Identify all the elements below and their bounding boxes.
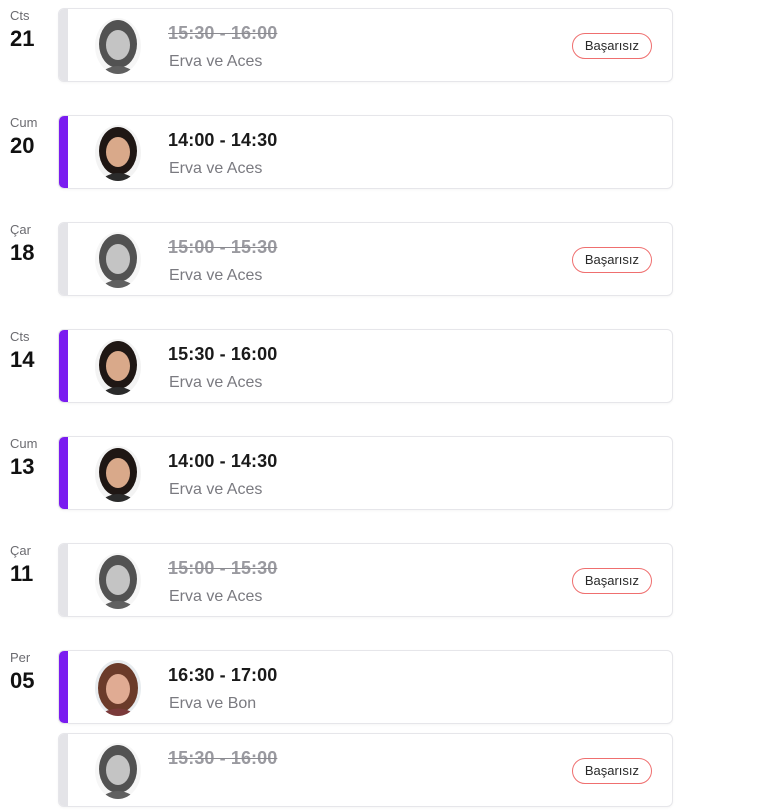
lesson-card[interactable]: 15:30 - 16:00 Başarısız [58,733,673,807]
tutor-avatar [95,18,141,74]
lesson-title: Erva ve Aces [169,160,263,177]
lesson-row: 15:30 - 16:00 Başarısız [0,733,768,811]
lesson-time: 14:00 - 14:30 [168,451,278,471]
lesson-date: Çar 11 [10,543,56,587]
lesson-card[interactable]: 15:30 - 16:00 Erva ve Aces [58,329,673,403]
day-number: 18 [10,240,35,265]
lesson-title: Erva ve Aces [169,53,263,70]
tutor-avatar [95,125,141,181]
day-number: 13 [10,454,35,479]
lesson-date: Cum 13 [10,436,56,480]
status-accent-bar [59,9,68,81]
weekday-label: Cum [10,115,38,130]
lesson-date: Cts 14 [10,329,56,373]
lesson-date: Cum 20 [10,115,56,159]
tutor-avatar [95,446,141,502]
lesson-card[interactable]: 14:00 - 14:30 Erva ve Aces [58,436,673,510]
lesson-card[interactable]: 15:00 - 15:30 Erva ve Aces Başarısız [58,222,673,296]
day-number: 14 [10,347,35,372]
status-badge: Başarısız [571,758,652,784]
lesson-date [10,733,56,735]
tutor-avatar [95,339,141,395]
lesson-time: 15:30 - 16:00 [168,344,278,364]
status-badge: Başarısız [571,247,652,273]
lesson-date: Cts 21 [10,8,56,52]
lesson-time: 15:00 - 15:30 [168,558,278,578]
lesson-time: 15:30 - 16:00 [168,748,278,768]
lesson-title: Erva ve Aces [169,267,263,284]
status-accent-bar [59,734,68,806]
weekday-label: Çar [10,222,31,237]
day-number: 11 [10,561,34,586]
tutor-avatar [95,660,141,716]
lesson-row: Çar 11 15:00 - 15:30 Erva ve Aces Başarı… [0,543,768,621]
lesson-card[interactable]: 16:30 - 17:00 Erva ve Bon [58,650,673,724]
day-number: 20 [10,133,35,158]
weekday-label: Per [10,650,31,665]
lesson-card[interactable]: 14:00 - 14:30 Erva ve Aces [58,115,673,189]
lesson-time: 15:30 - 16:00 [168,23,278,43]
lesson-card[interactable]: 15:30 - 16:00 Erva ve Aces Başarısız [58,8,673,82]
lesson-time: 15:00 - 15:30 [168,237,278,257]
tutor-avatar [95,743,141,799]
status-accent-bar [59,223,68,295]
day-number: 21 [10,26,35,51]
lesson-time: 16:30 - 17:00 [168,665,278,685]
status-badge: Başarısız [571,33,652,59]
lesson-time: 14:00 - 14:30 [168,130,278,150]
weekday-label: Cts [10,329,30,344]
status-accent-bar [59,544,68,616]
tutor-avatar [95,232,141,288]
lesson-title: Erva ve Aces [169,588,263,605]
weekday-label: Çar [10,543,31,558]
lesson-title: Erva ve Aces [169,374,263,391]
lesson-row: Cts 14 15:30 - 16:00 Erva ve Aces [0,329,768,407]
lesson-row: Per 05 16:30 - 17:00 Erva ve Bon [0,650,768,728]
lesson-date: Per 05 [10,650,56,694]
lesson-row: Cum 13 14:00 - 14:30 Erva ve Aces [0,436,768,514]
lesson-row: Çar 18 15:00 - 15:30 Erva ve Aces Başarı… [0,222,768,300]
lesson-card[interactable]: 15:00 - 15:30 Erva ve Aces Başarısız [58,543,673,617]
status-accent-bar [59,437,68,509]
status-accent-bar [59,330,68,402]
lesson-title: Erva ve Bon [169,695,257,712]
status-accent-bar [59,651,68,723]
lesson-row: Cts 21 15:30 - 16:00 Erva ve Aces Başarı… [0,8,768,86]
status-badge: Başarısız [571,568,652,594]
day-number: 05 [10,668,35,693]
weekday-label: Cts [10,8,30,23]
tutor-avatar [95,553,141,609]
status-accent-bar [59,116,68,188]
lesson-row: Cum 20 14:00 - 14:30 Erva ve Aces [0,115,768,193]
weekday-label: Cum [10,436,38,451]
lesson-title: Erva ve Aces [169,481,263,498]
lesson-date: Çar 18 [10,222,56,266]
